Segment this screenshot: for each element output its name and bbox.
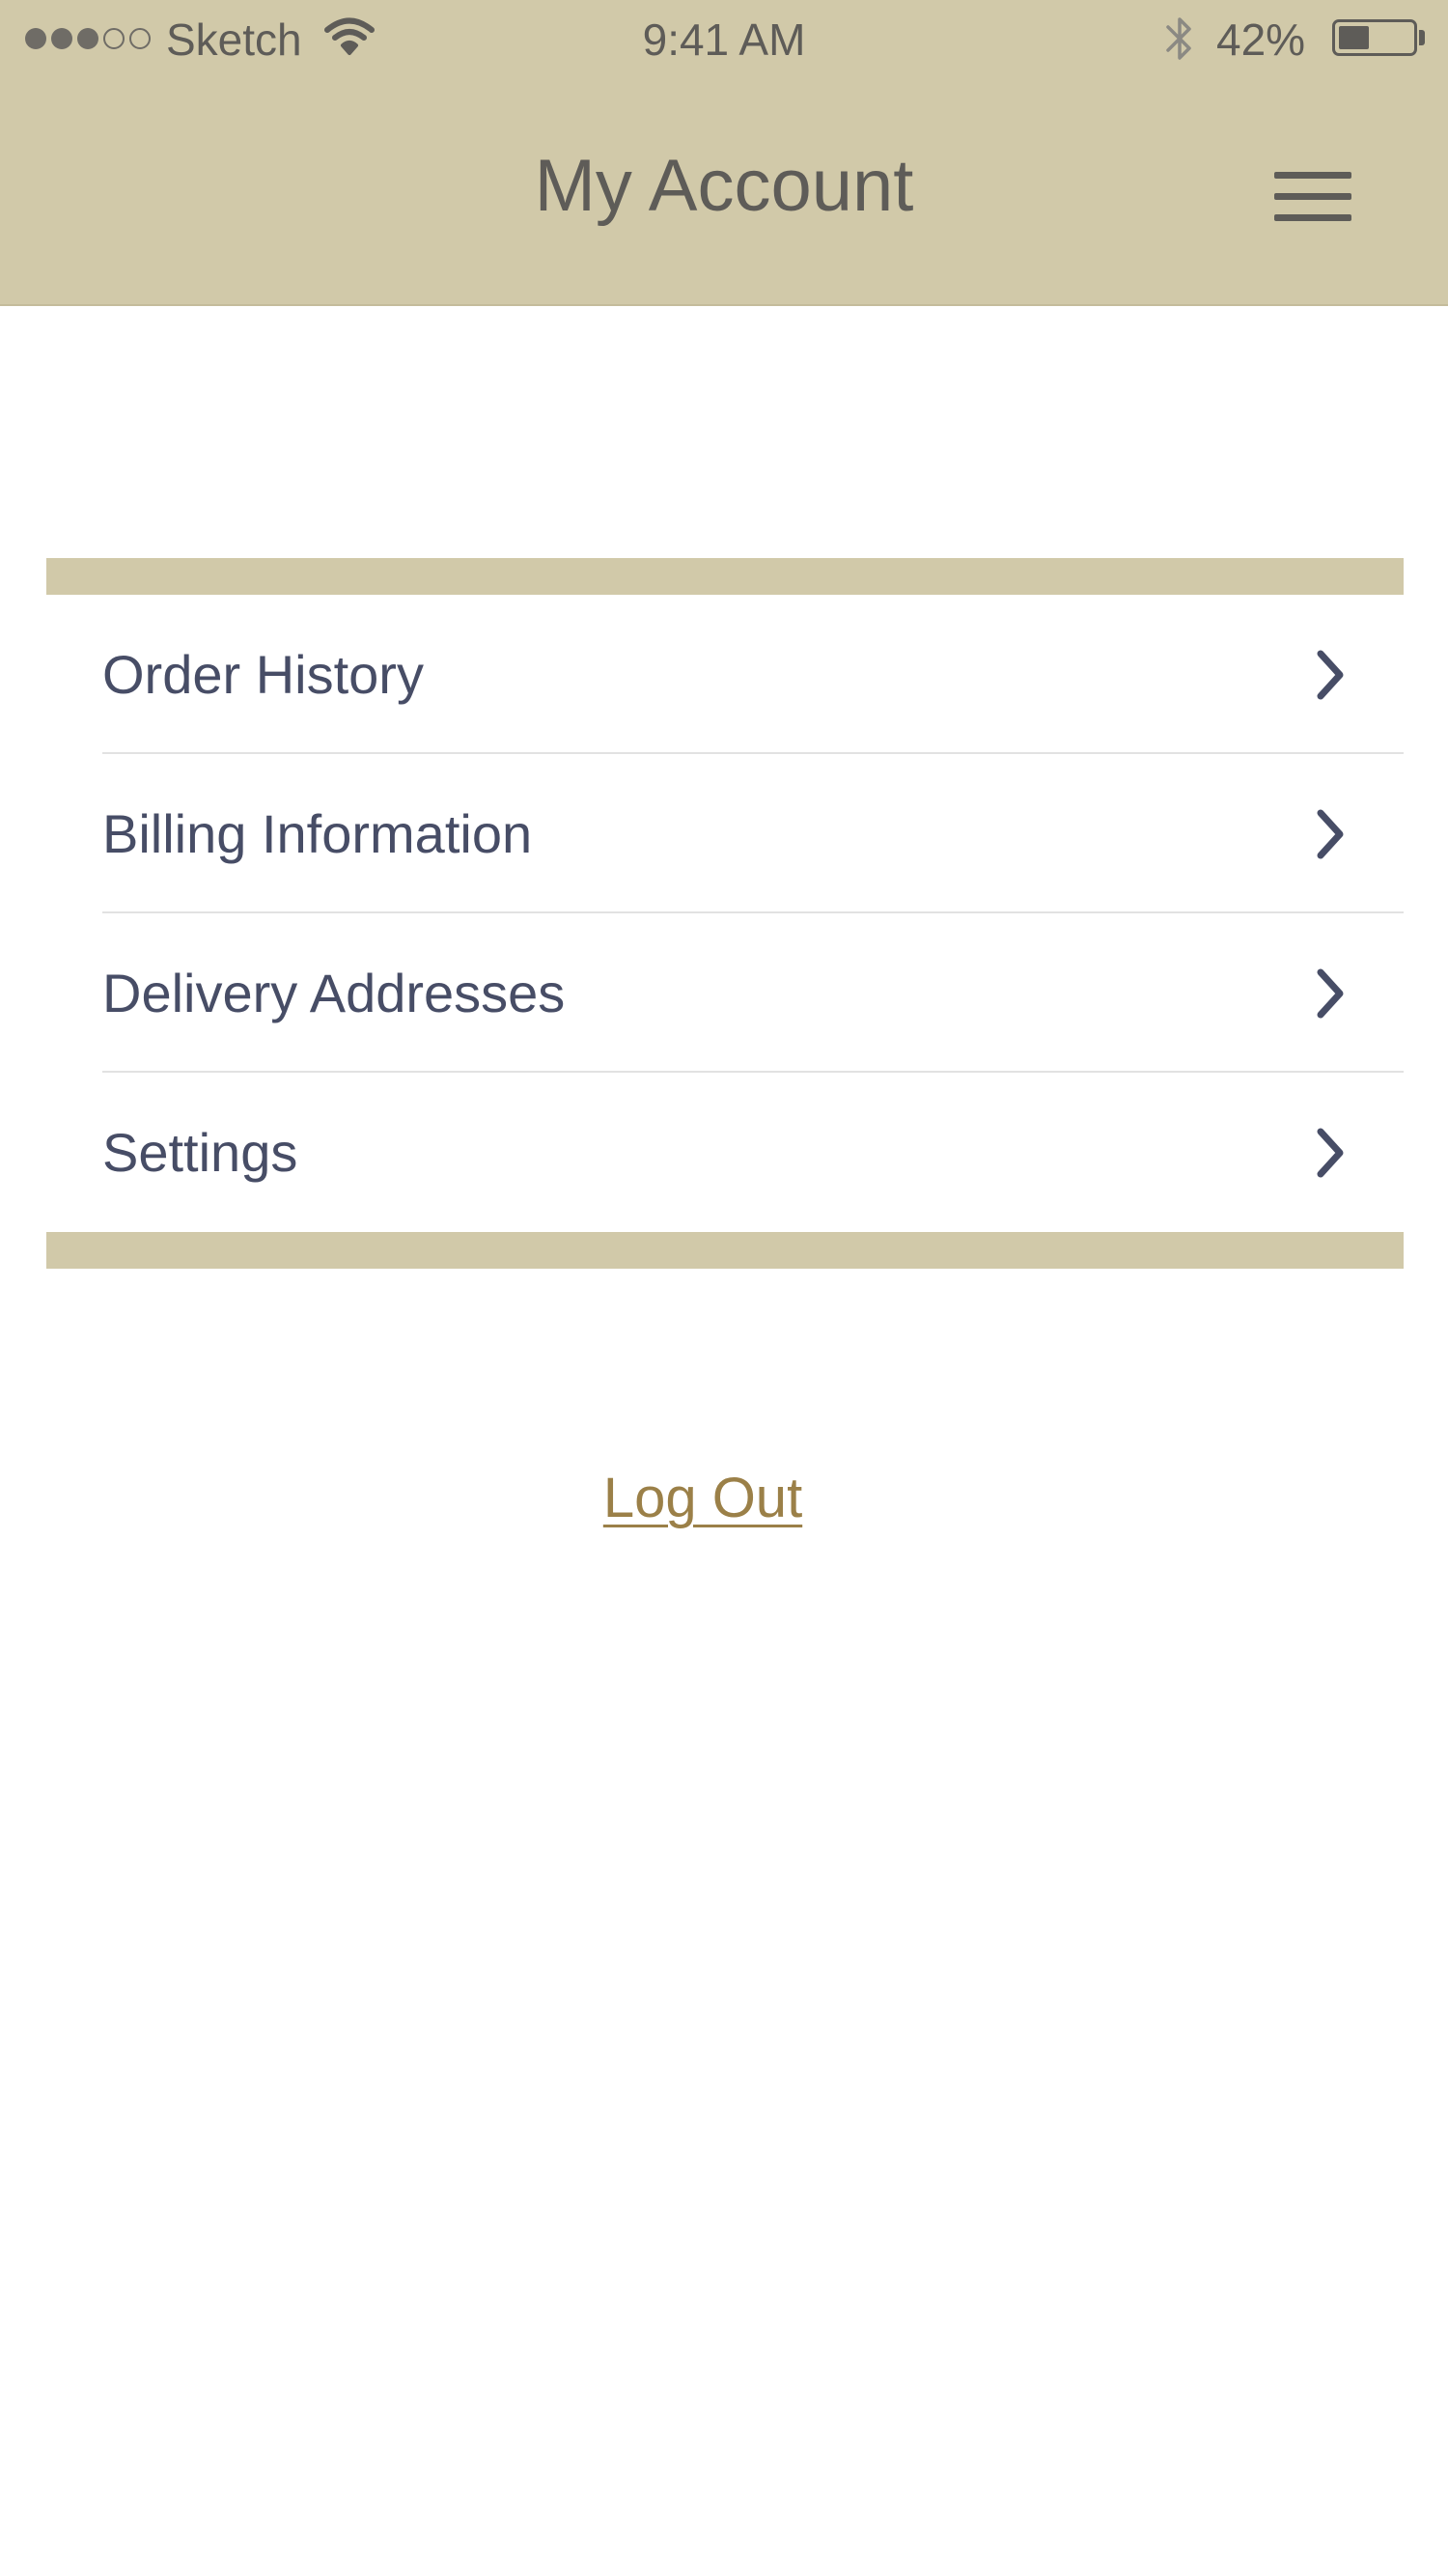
menu-item-delivery-addresses[interactable]: Delivery Addresses — [46, 913, 1404, 1073]
menu-item-label: Billing Information — [102, 803, 533, 864]
app-header: Sketch 9:41 AM 42% My Account — [0, 0, 1448, 306]
account-menu: Order History Billing Information Delive… — [46, 558, 1404, 1269]
menu-item-label: Settings — [102, 1122, 298, 1183]
menu-line — [1274, 214, 1351, 221]
chevron-right-icon — [1317, 650, 1344, 700]
chevron-right-icon — [1317, 809, 1344, 859]
menu-item-order-history[interactable]: Order History — [46, 595, 1404, 754]
menu-bottom-band — [46, 1232, 1404, 1269]
battery-level — [1339, 26, 1369, 49]
battery-tip — [1419, 30, 1425, 45]
menu-item-label: Delivery Addresses — [102, 963, 566, 1023]
page-title: My Account — [534, 145, 914, 227]
battery-percentage: 42% — [1216, 14, 1306, 65]
chevron-right-icon — [1317, 1128, 1344, 1178]
menu-line — [1274, 172, 1351, 179]
hamburger-menu-icon[interactable] — [1265, 162, 1361, 232]
status-bar: Sketch 9:41 AM 42% — [0, 0, 1448, 77]
logout-link[interactable]: Log Out — [0, 1460, 1406, 1537]
menu-item-settings[interactable]: Settings — [46, 1073, 1404, 1232]
menu-line — [1274, 193, 1351, 200]
chevron-right-icon — [1317, 968, 1344, 1019]
menu-item-label: Order History — [102, 644, 424, 705]
menu-item-billing-information[interactable]: Billing Information — [46, 754, 1404, 913]
menu-top-band — [46, 558, 1404, 595]
bluetooth-icon — [1166, 17, 1191, 60]
battery-icon — [1332, 19, 1417, 56]
